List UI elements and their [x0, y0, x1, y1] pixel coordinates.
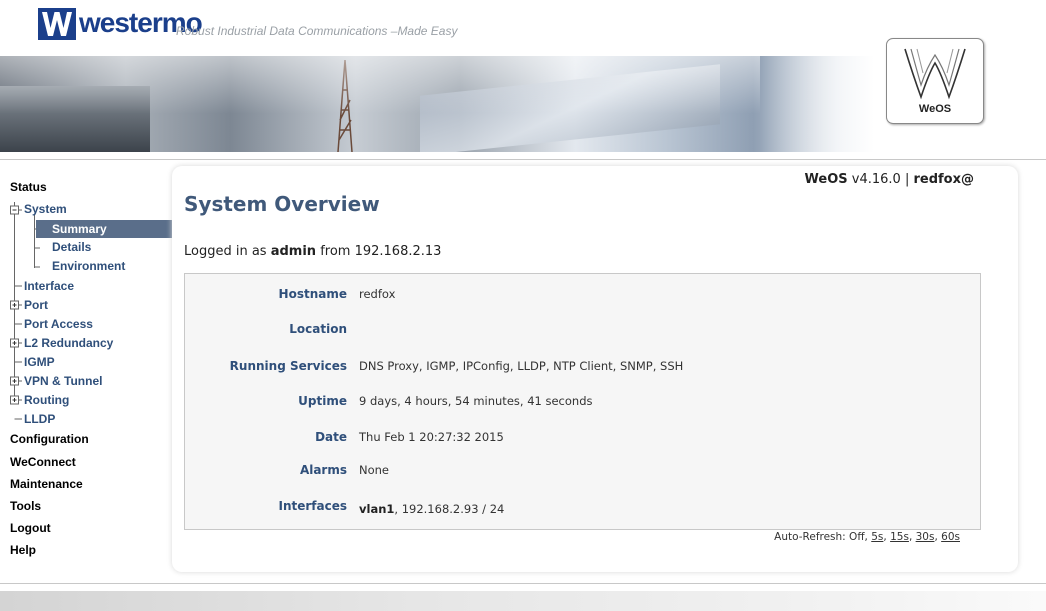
- nav-tools[interactable]: Tools: [10, 497, 41, 515]
- date-row: Date Thu Feb 1 20:27:32 2015: [185, 427, 980, 447]
- version-host: redfox@: [913, 172, 974, 187]
- auto-refresh-label: Auto-Refresh: Off,: [774, 531, 868, 543]
- page-title: System Overview: [184, 192, 380, 216]
- weos-badge: WeOS: [886, 38, 984, 124]
- alarms-label: Alarms: [299, 463, 347, 477]
- nav-igmp[interactable]: IGMP: [24, 353, 55, 371]
- services-label: Running Services: [229, 359, 347, 373]
- refresh-30s-link[interactable]: 30s: [916, 531, 935, 543]
- login-prefix: Logged in as: [184, 244, 267, 259]
- nav-system[interactable]: System: [24, 200, 67, 218]
- banner-sky: [0, 56, 760, 152]
- date-label: Date: [315, 430, 347, 444]
- interfaces-label: Interfaces: [278, 499, 347, 513]
- version-product: WeOS: [804, 172, 848, 187]
- services-row: Running Services DNS Proxy, IGMP, IPConf…: [185, 356, 980, 376]
- refresh-5s-link[interactable]: 5s: [871, 531, 883, 543]
- nav-configuration[interactable]: Configuration: [10, 430, 89, 448]
- nav-l2-redundancy[interactable]: L2 Redundancy: [24, 334, 113, 352]
- version-info: WeOS v4.16.0 | redfox@: [805, 172, 974, 187]
- refresh-15s-link[interactable]: 15s: [890, 531, 909, 543]
- login-suffix: from 192.168.2.13: [320, 244, 442, 259]
- uptime-label: Uptime: [298, 394, 347, 408]
- nav-details[interactable]: Details: [52, 238, 91, 256]
- alarms-value: None: [359, 463, 390, 477]
- westermo-logo[interactable]: westermo: [38, 7, 203, 40]
- hostname-row: Hostname redfox: [185, 284, 980, 304]
- nav-status[interactable]: Status: [10, 178, 47, 196]
- login-user: admin: [270, 244, 317, 259]
- weos-w-icon: [904, 48, 966, 100]
- tagline: Robust Industrial Data Communications –M…: [176, 24, 458, 38]
- hostname-label: Hostname: [278, 287, 347, 301]
- refresh-60s-link[interactable]: 60s: [941, 531, 960, 543]
- hostname-value: redfox: [359, 287, 396, 301]
- location-row: Location: [185, 319, 980, 339]
- footer-bar: [0, 591, 1046, 611]
- nav-interface[interactable]: Interface: [24, 277, 74, 295]
- nav-routing[interactable]: Routing: [24, 391, 69, 409]
- alarms-row: Alarms None: [185, 460, 980, 480]
- nav-lldp[interactable]: LLDP: [24, 410, 55, 428]
- nav-port-access[interactable]: Port Access: [24, 315, 93, 333]
- date-value: Thu Feb 1 20:27:32 2015: [359, 430, 504, 444]
- weos-badge-label: WeOS: [918, 103, 952, 115]
- uptime-row: Uptime 9 days, 4 hours, 54 minutes, 41 s…: [185, 391, 980, 411]
- interfaces-row: Interfaces vlan1, 192.168.2.93 / 24: [185, 496, 980, 516]
- footer-divider: [0, 583, 1046, 584]
- version-number: v4.16.0 |: [851, 172, 910, 187]
- nav-summary-label: Summary: [52, 222, 107, 236]
- interfaces-value: vlan1, 192.168.2.93 / 24: [359, 499, 504, 519]
- services-value: DNS Proxy, IGMP, IPConfig, LLDP, NTP Cli…: [359, 359, 684, 373]
- nav-logout[interactable]: Logout: [10, 519, 51, 537]
- uptime-value: 9 days, 4 hours, 54 minutes, 41 seconds: [359, 394, 593, 408]
- auto-refresh: Auto-Refresh: Off, 5s, 15s, 30s, 60s: [774, 531, 960, 543]
- location-label: Location: [289, 322, 347, 336]
- nav-help[interactable]: Help: [10, 541, 36, 559]
- westermo-logo-mark: [38, 8, 76, 40]
- nav-port[interactable]: Port: [24, 296, 48, 314]
- nav-vpn-tunnel[interactable]: VPN & Tunnel: [24, 372, 102, 390]
- nav-weconnect[interactable]: WeConnect: [10, 453, 76, 471]
- system-info-table: Hostname redfox Location Running Service…: [184, 273, 981, 530]
- nav-maintenance[interactable]: Maintenance: [10, 475, 83, 493]
- nav-environment[interactable]: Environment: [52, 257, 125, 275]
- header-divider: [0, 159, 1046, 160]
- nav-summary[interactable]: Summary: [36, 220, 172, 238]
- interface-address: , 192.168.2.93 / 24: [394, 502, 505, 516]
- login-info: Logged in as admin from 192.168.2.13: [184, 244, 441, 259]
- interface-name: vlan1: [359, 502, 395, 516]
